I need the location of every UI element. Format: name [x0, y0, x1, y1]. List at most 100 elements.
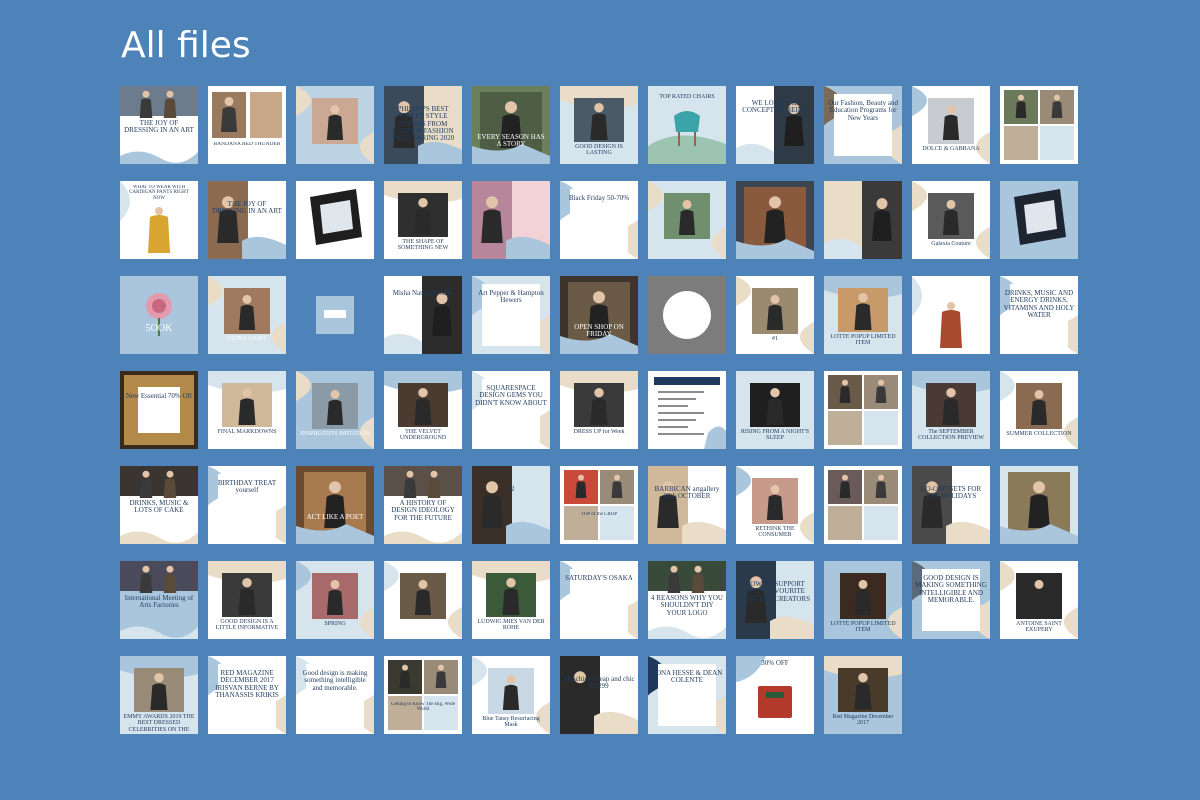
file-thumbnail[interactable]: PHILOSPS BEST STREET STYLE PHOTOS FROM L…	[384, 86, 462, 164]
file-thumbnail[interactable]: WE LOVE THE CONCEPT OF BEING	[736, 86, 814, 164]
file-thumbnail[interactable]: Art Pepper & Hampton Hewers	[472, 276, 550, 354]
thumbnail-artwork	[472, 86, 550, 164]
file-thumbnail[interactable]: Black Friday 50-70%	[560, 181, 638, 259]
file-thumbnail[interactable]	[472, 181, 550, 259]
file-thumbnail[interactable]: Our Fashion, Beauty and Education Progra…	[824, 86, 902, 164]
file-thumbnail[interactable]	[736, 181, 814, 259]
thumbnail-caption: ACT LIKE A POET	[306, 514, 364, 521]
file-thumbnail[interactable]: LOTTE POPUP LIMITED ITEM	[824, 276, 902, 354]
thumbnail-caption: LONA HESSE & DEAN COLENTE	[651, 670, 723, 685]
thumbnail-caption: DRESS UP for Week	[573, 429, 625, 435]
file-thumbnail[interactable]	[824, 181, 902, 259]
file-thumbnail[interactable]: RED MAGAZINE DECEMBER 2017 IRISVAN BERNE…	[208, 656, 286, 734]
file-thumbnail[interactable]	[296, 86, 374, 164]
file-thumbnail[interactable]: LUDWIG MIES VAN DER ROHE	[472, 561, 550, 639]
thumbnail-caption: DRINKS, MUSIC & LOTS OF CAKE	[129, 500, 189, 515]
thumbnail-artwork	[1000, 371, 1078, 449]
file-thumbnail[interactable]	[1000, 86, 1078, 164]
file-thumbnail[interactable]: ULTRA LIGHT	[208, 276, 286, 354]
file-thumbnail[interactable]: Blue Tansy Resurfacing Mask	[472, 656, 550, 734]
thumbnail-artwork	[560, 656, 638, 734]
file-thumbnail[interactable]: SATURDAY'S OSAKA	[560, 561, 638, 639]
file-thumbnail[interactable]: A HISTORY OF DESIGN IDEOLOGY FOR THE FUT…	[384, 466, 462, 544]
thumbnail-caption: TOP of the CROP	[580, 512, 618, 517]
file-thumbnail[interactable]: BIRTHDAY TREAT yourself	[208, 466, 286, 544]
file-thumbnail[interactable]: Misha Nanov & Aldo	[384, 276, 462, 354]
file-thumbnail[interactable]: RISING FROM A NIGHT'S SLEEP	[736, 371, 814, 449]
file-thumbnail[interactable]: EMMY AWARDS 2019 THE BEST DRESSED CELEBR…	[120, 656, 198, 734]
file-thumbnail[interactable]: ANTOINE SAINT EXUPERY	[1000, 561, 1078, 639]
file-thumbnail[interactable]: TOP of the CROP	[560, 466, 638, 544]
file-thumbnail[interactable]: WHAT TO WEAR WITH CARDIGAN PANTS RIGHT N…	[120, 181, 198, 259]
file-thumbnail[interactable]	[296, 276, 374, 354]
thumbnail-caption: 30% OFF	[761, 660, 789, 667]
file-thumbnail[interactable]: TOP RATED CHAIRS	[648, 86, 726, 164]
file-thumbnail[interactable]: Getting to Know The Big, Wide World	[384, 656, 462, 734]
thumbnail-caption: FINAL MARKDOWNS	[217, 429, 277, 435]
file-thumbnail[interactable]: EVERY SEASON HAS A STORY	[472, 86, 550, 164]
file-thumbnail[interactable]	[648, 181, 726, 259]
file-thumbnail[interactable]: The SEPTEMBER COLLECTION PREVIEW	[912, 371, 990, 449]
file-thumbnail[interactable]: RETHINK THE CONSUMER	[736, 466, 814, 544]
thumbnail-caption: BIRTHDAY TREAT yourself	[217, 480, 277, 495]
thumbnail-artwork	[296, 371, 374, 449]
file-thumbnail[interactable]: GOOD DESIGN IS LASTING	[560, 86, 638, 164]
file-thumbnail[interactable]: #1	[736, 276, 814, 354]
file-thumbnail[interactable]: INSPIRATION IMITATION	[296, 371, 374, 449]
file-thumbnail[interactable]: SUMMER COLLECTION	[1000, 371, 1078, 449]
file-thumbnail[interactable]: THE JOY OF DRESSING IN AN ART	[120, 86, 198, 164]
thumbnail-caption: ULTRA LIGHT	[227, 336, 267, 342]
file-thumbnail[interactable]: GOOD DESIGN IS A LITTLE INFORMATIVE	[208, 561, 286, 639]
thumbnail-artwork	[560, 561, 638, 639]
file-thumbnail[interactable]: SQUARESPACE DESIGN GEMS YOU DIDN'T KNOW …	[472, 371, 550, 449]
file-thumbnail[interactable]	[912, 276, 990, 354]
file-thumbnail[interactable]: ACT LIKE A POET	[296, 466, 374, 544]
file-thumbnail[interactable]: DRINKS, MUSIC AND ENERGY DRINKS, VITAMIN…	[1000, 276, 1078, 354]
file-thumbnail[interactable]: International Meeting of Arts Factories	[120, 561, 198, 639]
thumbnail-caption: RETHINK THE CONSUMER	[755, 526, 795, 539]
file-thumbnail[interactable]: DRINKS, MUSIC & LOTS OF CAKE	[120, 466, 198, 544]
file-thumbnail[interactable]	[824, 466, 902, 544]
thumbnail-caption: International Meeting of Arts Factories	[124, 595, 194, 610]
thumbnail-caption: WHAT TO WEAR WITH CARDIGAN PANTS RIGHT N…	[129, 185, 189, 201]
file-thumbnail[interactable]: BARBICAN artgallery 20th OCTOBER	[648, 466, 726, 544]
thumbnail-caption: Galaxia Couture	[931, 241, 971, 247]
file-thumbnail[interactable]: Good design is making something intellig…	[296, 656, 374, 734]
file-thumbnail[interactable]: CO-ORD SETS FOR THE HOLIDAYS	[912, 466, 990, 544]
file-thumbnail[interactable]: 12	[472, 466, 550, 544]
thumbnail-artwork	[828, 375, 898, 445]
file-thumbnail[interactable]: New Essential 70% Off	[120, 371, 198, 449]
file-thumbnail[interactable]	[648, 276, 726, 354]
file-thumbnail[interactable]: SPRING	[296, 561, 374, 639]
file-thumbnail[interactable]: THE JOY OF DRESSING IN AN ART	[208, 181, 286, 259]
file-thumbnail[interactable]: THE SHAPE OF SOMETHING NEW	[384, 181, 462, 259]
file-thumbnail[interactable]	[1000, 466, 1078, 544]
thumbnail-caption: SATURDAY'S OSAKA	[565, 575, 633, 582]
file-thumbnail[interactable]: GOOD DESIGN IS MAKING SOMETHING INTELLIG…	[912, 561, 990, 639]
thumbnail-caption: EVERY SEASON HAS A STORY	[477, 134, 545, 149]
file-thumbnail[interactable]: 30% OFF	[736, 656, 814, 734]
file-thumbnail[interactable]	[648, 371, 726, 449]
thumbnail-caption: ANTOINE SAINT EXUPERY	[1016, 621, 1062, 634]
file-thumbnail[interactable]	[824, 371, 902, 449]
file-thumbnail[interactable]: Red Magazine December 2017	[824, 656, 902, 734]
file-thumbnail[interactable]: Moschino cheap and chic $1,299	[560, 656, 638, 734]
file-thumbnail[interactable]: FINAL MARKDOWNS	[208, 371, 286, 449]
thumbnail-caption: HOW TO SUPPORT YOUR FAVOURITE CONTENT CR…	[740, 581, 810, 603]
file-thumbnail[interactable]: LONA HESSE & DEAN COLENTE	[648, 656, 726, 734]
file-thumbnail[interactable]	[384, 561, 462, 639]
file-thumbnail[interactable]: LOTTE POPUP LIMITED ITEM	[824, 561, 902, 639]
file-thumbnail[interactable]: DRESS UP for Week	[560, 371, 638, 449]
file-thumbnail[interactable]: OPEN SHOP ON FRIDAY	[560, 276, 638, 354]
thumbnail-artwork	[472, 371, 550, 449]
file-thumbnail[interactable]: 5OOK	[120, 276, 198, 354]
file-thumbnail[interactable]: DOLCE & GABBANA	[912, 86, 990, 164]
file-thumbnail[interactable]: HOW TO SUPPORT YOUR FAVOURITE CONTENT CR…	[736, 561, 814, 639]
file-thumbnail[interactable]	[1000, 181, 1078, 259]
file-thumbnail[interactable]: Galaxia Couture	[912, 181, 990, 259]
file-thumbnail[interactable]: THE VELVET UNDERGROUND	[384, 371, 462, 449]
thumbnail-caption: DRINKS, MUSIC AND ENERGY DRINKS, VITAMIN…	[1003, 290, 1075, 320]
file-thumbnail[interactable]	[296, 181, 374, 259]
file-thumbnail[interactable]: BANDANA RED THUNDER	[208, 86, 286, 164]
file-thumbnail[interactable]: 4 REASONS WHY YOU SHOULDN'T DIY YOUR LOG…	[648, 561, 726, 639]
